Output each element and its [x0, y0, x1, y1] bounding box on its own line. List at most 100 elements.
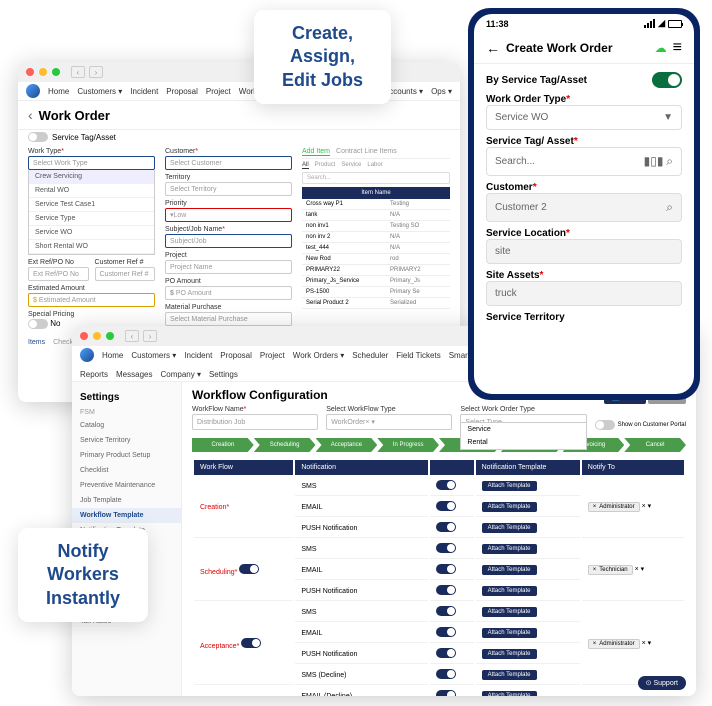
- menu-messages[interactable]: Messages: [116, 370, 152, 379]
- menu-home[interactable]: Home: [102, 351, 123, 360]
- selwf-input[interactable]: WorkOrder × ▾: [326, 414, 452, 430]
- notify-tag[interactable]: × Administrator: [588, 639, 640, 649]
- attach-button[interactable]: Attach Template: [482, 586, 537, 596]
- table-row[interactable]: PS-1500Primary Se: [302, 287, 450, 298]
- ph-assets-input[interactable]: truck: [486, 281, 682, 306]
- search-icon[interactable]: ⌕: [666, 154, 673, 168]
- tab-contractline[interactable]: Contract Line Items: [336, 148, 397, 156]
- poamt-input[interactable]: $ PO Amount: [165, 286, 292, 300]
- menu-incident[interactable]: Incident: [130, 87, 158, 96]
- dd-short[interactable]: Short Rental WO: [29, 240, 154, 254]
- menu-icon[interactable]: ≡: [673, 39, 682, 57]
- attach-button[interactable]: Attach Template: [482, 481, 537, 491]
- dd-rental[interactable]: Rental: [461, 436, 585, 449]
- menu-fieldtickets[interactable]: Field Tickets: [396, 351, 440, 360]
- sms-toggle[interactable]: [436, 480, 456, 490]
- sidebar-item-checklist[interactable]: Checklist: [72, 463, 181, 478]
- wotype-select[interactable]: Service WO▼: [486, 105, 682, 130]
- stage-scheduling[interactable]: Scheduling: [254, 438, 316, 452]
- smsdec-toggle[interactable]: [436, 669, 456, 679]
- menu-customers[interactable]: Customers ▾: [131, 351, 176, 360]
- table-row[interactable]: tankN/A: [302, 210, 450, 221]
- push-toggle[interactable]: [436, 648, 456, 658]
- nav-fwd[interactable]: ›: [89, 66, 103, 78]
- stage-creation[interactable]: Creation: [192, 438, 254, 452]
- dd-crew[interactable]: Crew Servicing: [29, 170, 154, 184]
- bytag-toggle[interactable]: [652, 72, 682, 88]
- sidebar-item-jobtemplate[interactable]: Job Template: [72, 493, 181, 508]
- subtab-service[interactable]: Service: [341, 162, 361, 169]
- sidebar-item-catalog[interactable]: Catalog: [72, 418, 181, 433]
- territory-select[interactable]: Select Territory: [165, 182, 292, 196]
- sidebar-item-preventive[interactable]: Preventive Maintenance: [72, 478, 181, 493]
- service-tag-toggle[interactable]: [28, 132, 48, 142]
- extref-input[interactable]: Ext Ref/PO No: [28, 267, 89, 281]
- min-dot[interactable]: [39, 68, 47, 76]
- menu-company[interactable]: Company ▾: [160, 370, 200, 379]
- subtab-all[interactable]: All: [302, 162, 309, 169]
- support-button[interactable]: ⊙ Support: [638, 676, 686, 690]
- menu-reports[interactable]: Reports: [80, 370, 108, 379]
- custref-input[interactable]: Customer Ref #: [95, 267, 156, 281]
- attach-button[interactable]: Attach Template: [482, 523, 537, 533]
- priority-select[interactable]: ▾ Low: [165, 208, 292, 222]
- attach-button[interactable]: Attach Template: [482, 502, 537, 512]
- max-dot[interactable]: [106, 332, 114, 340]
- menu-home[interactable]: Home: [48, 87, 69, 96]
- menu-settings[interactable]: Settings: [209, 370, 238, 379]
- menu-ops[interactable]: Ops ▾: [431, 87, 452, 96]
- dd-type[interactable]: Service Type: [29, 212, 154, 226]
- push-toggle[interactable]: [436, 585, 456, 595]
- menu-project[interactable]: Project: [260, 351, 285, 360]
- table-row[interactable]: non inv1Testing SO: [302, 221, 450, 232]
- matpur-select[interactable]: Select Material Purchase: [165, 312, 292, 326]
- dd-service[interactable]: Service: [461, 423, 585, 436]
- table-row[interactable]: non inv 2N/A: [302, 232, 450, 243]
- email-toggle[interactable]: [436, 564, 456, 574]
- attach-button[interactable]: Attach Template: [482, 649, 537, 659]
- attach-button[interactable]: Attach Template: [482, 565, 537, 575]
- menu-scheduler[interactable]: Scheduler: [352, 351, 388, 360]
- table-row[interactable]: PRIMARY22PRIMARY2: [302, 265, 450, 276]
- attach-button[interactable]: Attach Template: [482, 607, 537, 617]
- sms-toggle[interactable]: [436, 543, 456, 553]
- stage-acceptance[interactable]: Acceptance: [316, 438, 378, 452]
- menu-proposal[interactable]: Proposal: [220, 351, 252, 360]
- menu-customers[interactable]: Customers ▾: [77, 87, 122, 96]
- project-input[interactable]: Project Name: [165, 260, 292, 274]
- dd-rental[interactable]: Rental WO: [29, 184, 154, 198]
- worktype-select[interactable]: Select Work Type: [28, 156, 155, 170]
- attach-button[interactable]: Attach Template: [482, 628, 537, 638]
- special-toggle[interactable]: [28, 319, 48, 329]
- barcode-icon[interactable]: ▮▯▮: [644, 154, 664, 168]
- ph-loc-input[interactable]: site: [486, 239, 682, 264]
- tab-items[interactable]: Items: [28, 339, 45, 346]
- stage-cancel[interactable]: Cancel: [624, 438, 686, 452]
- attach-button[interactable]: Attach Template: [482, 544, 537, 554]
- wfname-input[interactable]: Distribution Job: [192, 414, 318, 430]
- attach-button[interactable]: Attach Template: [482, 691, 537, 696]
- nav-fwd[interactable]: ›: [143, 330, 157, 342]
- close-dot[interactable]: [80, 332, 88, 340]
- sidebar-item-territory[interactable]: Service Territory: [72, 433, 181, 448]
- menu-proposal[interactable]: Proposal: [166, 87, 198, 96]
- nav-back[interactable]: ‹: [71, 66, 85, 78]
- notify-tag[interactable]: × Technician: [588, 565, 633, 575]
- table-row[interactable]: Serial Product 2Serialized: [302, 298, 450, 309]
- notify-tag[interactable]: × Administrator: [588, 502, 640, 512]
- email-toggle[interactable]: [436, 501, 456, 511]
- customer-select[interactable]: Select Customer: [165, 156, 292, 170]
- ph-customer-input[interactable]: Customer 2⌕: [486, 193, 682, 222]
- cloud-icon[interactable]: ☁: [655, 41, 667, 55]
- stage-inprogress[interactable]: In Progress: [377, 438, 439, 452]
- menu-incident[interactable]: Incident: [184, 351, 212, 360]
- push-toggle[interactable]: [436, 522, 456, 532]
- tag-search[interactable]: Search...▮▯▮ ⌕: [486, 147, 682, 176]
- sms-toggle[interactable]: [436, 606, 456, 616]
- emaildec-toggle[interactable]: [436, 690, 456, 696]
- menu-project[interactable]: Project: [206, 87, 231, 96]
- menu-workorders[interactable]: Work Orders ▾: [293, 351, 344, 360]
- close-dot[interactable]: [26, 68, 34, 76]
- sidebar-item-product[interactable]: Primary Product Setup: [72, 448, 181, 463]
- attach-button[interactable]: Attach Template: [482, 670, 537, 680]
